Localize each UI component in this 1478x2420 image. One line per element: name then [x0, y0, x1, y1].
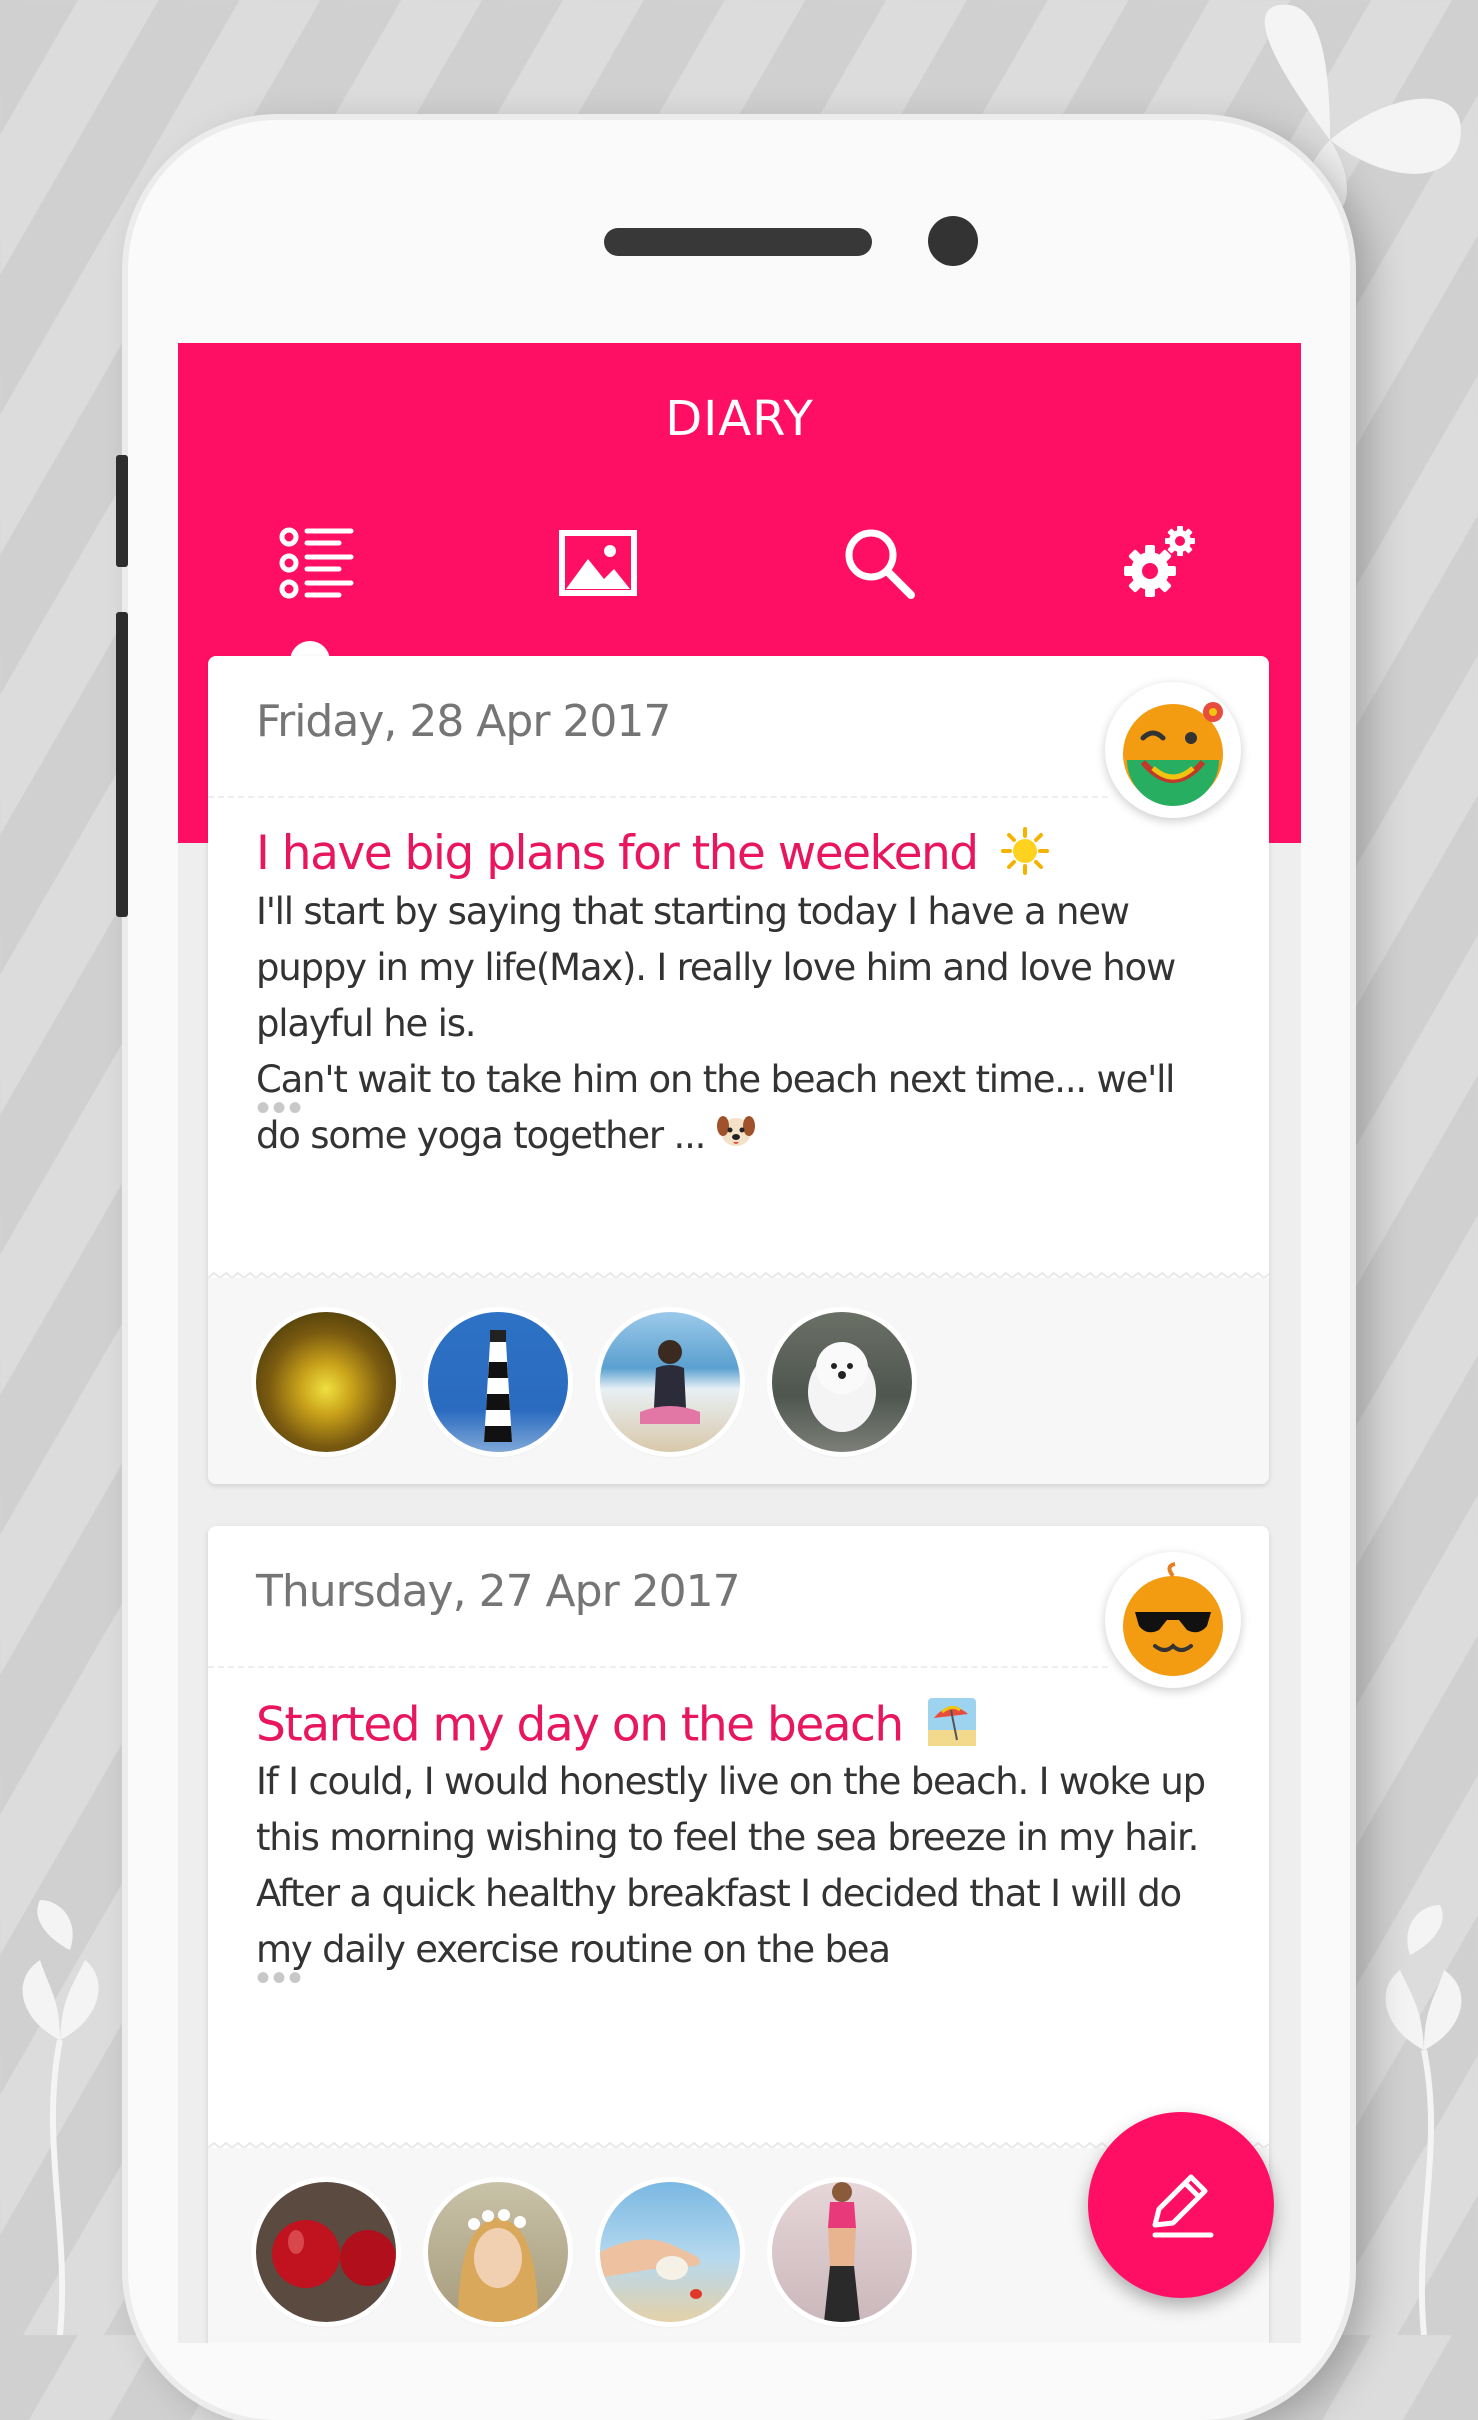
gear-icon	[1124, 526, 1195, 597]
girl-portrait-icon	[458, 2209, 538, 2322]
list-icon	[279, 527, 354, 599]
dog-emoji-icon	[716, 1110, 756, 1166]
image-icon	[559, 530, 637, 596]
photo-thumbnail-white-puppy[interactable]	[772, 1312, 912, 1452]
mood-badge	[1105, 682, 1241, 818]
sun-emoji-icon	[1001, 826, 1050, 887]
lighthouse-icon	[484, 1330, 512, 1442]
divider	[208, 796, 1108, 798]
phone-volume-button	[116, 455, 128, 567]
happy-mood-icon	[1123, 702, 1223, 806]
photo-thumbnail-lighthouse[interactable]	[428, 1312, 568, 1452]
entry-paragraph: I'll start by saying that starting today…	[256, 890, 1176, 1045]
more-indicator[interactable]: •••	[256, 1956, 304, 2001]
entry-body: If I could, I would honestly live on the…	[256, 1754, 1216, 1978]
more-indicator[interactable]: •••	[256, 1086, 304, 1131]
entry-paragraph: After a quick healthy breakfast I decide…	[256, 1872, 1182, 1971]
photo-thumbnail-flower-crown-girl[interactable]	[428, 2182, 568, 2322]
diary-entry-card[interactable]: Friday, 28 Apr 2017 I have big plans for…	[208, 656, 1269, 1484]
tab-gallery[interactable]	[558, 523, 638, 603]
entry-title-text: Started my day on the beach	[256, 1697, 904, 1753]
entry-title: I have big plans for the weekend	[256, 826, 1050, 887]
photo-thumbnail-fitness-woman[interactable]	[772, 2182, 912, 2322]
new-entry-button[interactable]	[1088, 2112, 1274, 2298]
flower-decoration-icon	[22, 1900, 99, 2335]
beach-umbrella-emoji-icon	[926, 1696, 978, 1760]
entry-body: I'll start by saying that starting today…	[256, 884, 1216, 1166]
photo-thumbnail-hand-with-shell[interactable]	[600, 2182, 740, 2322]
entry-paragraph: If I could, I would honestly live on the…	[256, 1760, 1206, 1859]
photo-strip	[208, 1278, 1269, 1484]
mood-badge	[1105, 1552, 1241, 1688]
tab-entries[interactable]	[277, 523, 357, 603]
tab-settings[interactable]	[1120, 523, 1200, 603]
tab-search[interactable]	[839, 523, 919, 603]
app-title: DIARY	[665, 391, 814, 447]
entry-title: Started my day on the beach	[256, 1696, 978, 1760]
fitness-woman-icon	[824, 2182, 860, 2322]
phone-power-button	[116, 612, 128, 917]
hand-shell-icon	[600, 2239, 702, 2299]
phone-camera	[928, 216, 978, 266]
yoga-person-icon	[640, 1340, 700, 1424]
entry-title-text: I have big plans for the weekend	[256, 826, 979, 881]
entry-date: Thursday, 27 Apr 2017	[256, 1566, 741, 1617]
phone-speaker	[604, 228, 872, 256]
photo-thumbnail-forest-path[interactable]	[256, 1312, 396, 1452]
pencil-icon	[1152, 2174, 1214, 2238]
puppy-icon	[808, 1342, 876, 1432]
app-screen: DIARY Friday, 28 Apr 2017 I have big pla…	[178, 343, 1301, 2343]
entry-paragraph: Can't wait to take him on the beach next…	[256, 1052, 1216, 1166]
divider	[208, 1666, 1108, 1668]
photo-thumbnail-beach-yoga[interactable]	[600, 1312, 740, 1452]
cool-sunglasses-mood-icon	[1123, 1562, 1223, 1676]
search-icon	[845, 529, 915, 599]
entry-date: Friday, 28 Apr 2017	[256, 696, 671, 747]
photo-thumbnail-red-apples[interactable]	[256, 2182, 396, 2322]
flower-decoration-icon	[1385, 1905, 1462, 2335]
apples-icon	[272, 2220, 396, 2288]
